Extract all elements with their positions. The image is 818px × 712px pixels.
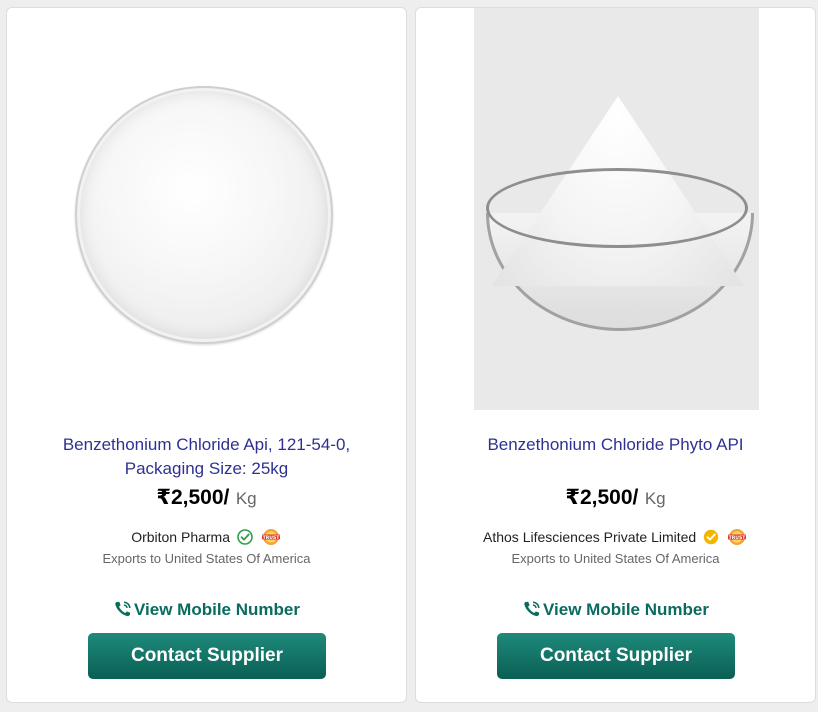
exports-info: Exports to United States Of America	[102, 551, 311, 566]
product-price: ₹2,500/ Kg	[416, 485, 815, 510]
product-title[interactable]: Benzethonium Chloride Phyto API	[436, 433, 795, 457]
svg-text:TRUST: TRUST	[262, 535, 280, 541]
supplier-name-row: Athos Lifesciences Private Limited TRUST	[416, 527, 815, 547]
trust-seal-icon: TRUST	[261, 529, 280, 545]
price-unit: Kg	[235, 489, 257, 508]
supplier-name-row: Orbiton Pharma TRUST	[7, 527, 406, 547]
price-amount: ₹2,500/	[156, 486, 230, 509]
view-mobile-number-label[interactable]: View Mobile Number	[543, 600, 709, 619]
glass-bowl-rim	[486, 168, 748, 248]
phone-icon	[524, 601, 540, 617]
verified-check-icon	[237, 529, 253, 545]
powder-dish-image	[75, 86, 333, 344]
product-image[interactable]	[7, 8, 406, 413]
supplier-name[interactable]: Orbiton Pharma	[131, 529, 230, 545]
product-price: ₹2,500/ Kg	[7, 485, 406, 510]
powder-bowl-image	[474, 8, 759, 410]
exports-info: Exports to United States Of America	[511, 551, 720, 566]
supplier-name[interactable]: Athos Lifesciences Private Limited	[483, 529, 696, 545]
gold-verified-icon	[703, 529, 719, 545]
product-title-line1[interactable]: Benzethonium Chloride Phyto API	[436, 433, 795, 457]
product-card[interactable]: Benzethonium Chloride Api, 121-54-0, Pac…	[6, 7, 407, 703]
phone-icon	[115, 601, 131, 617]
product-title-line2[interactable]: Packaging Size: 25kg	[27, 457, 386, 481]
view-mobile-number-link[interactable]: View Mobile Number	[416, 599, 815, 620]
contact-supplier-button[interactable]: Contact Supplier	[497, 633, 735, 679]
product-title-line1[interactable]: Benzethonium Chloride Api, 121-54-0,	[27, 433, 386, 457]
contact-supplier-button[interactable]: Contact Supplier	[88, 633, 326, 679]
view-mobile-number-link[interactable]: View Mobile Number	[7, 599, 406, 620]
price-amount: ₹2,500/	[565, 486, 639, 509]
product-grid: Benzethonium Chloride Api, 121-54-0, Pac…	[0, 0, 818, 712]
price-unit: Kg	[644, 489, 666, 508]
product-image[interactable]	[416, 8, 815, 413]
product-card[interactable]: Benzethonium Chloride Phyto API ₹2,500/ …	[415, 7, 816, 703]
svg-text:TRUST: TRUST	[729, 535, 747, 541]
trust-seal-icon: TRUST	[728, 529, 747, 545]
product-title[interactable]: Benzethonium Chloride Api, 121-54-0, Pac…	[27, 433, 386, 481]
view-mobile-number-label[interactable]: View Mobile Number	[134, 600, 300, 619]
